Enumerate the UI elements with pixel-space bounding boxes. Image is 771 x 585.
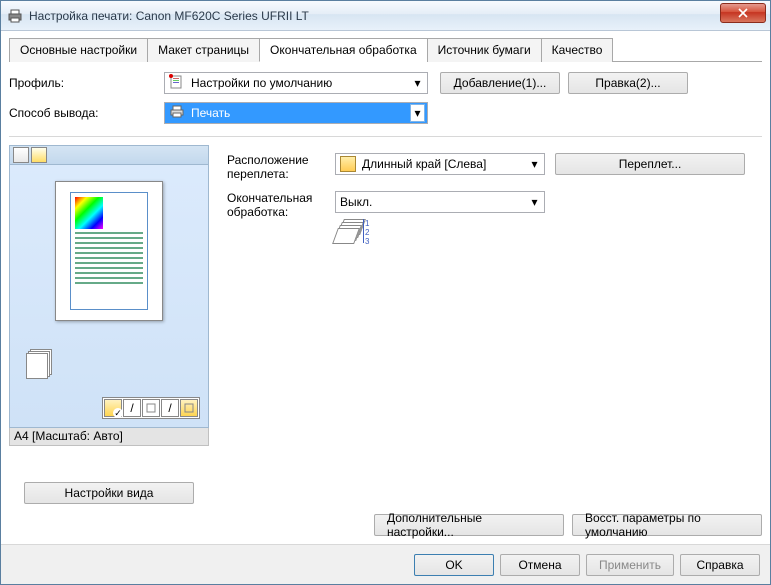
- profile-dropdown[interactable]: Настройки по умолчанию ▾: [164, 72, 428, 94]
- preview-mode-bar: / /: [102, 397, 200, 419]
- mode-2-button[interactable]: [142, 399, 160, 417]
- ok-button[interactable]: OK: [414, 554, 494, 576]
- advanced-settings-button[interactable]: Дополнительные настройки...: [374, 514, 564, 536]
- restore-defaults-button[interactable]: Восст. параметры по умолчанию: [572, 514, 762, 536]
- finishing-dropdown[interactable]: Выкл. ▾: [335, 191, 545, 213]
- profile-icon: [169, 74, 185, 93]
- chevron-down-icon: ▾: [527, 155, 542, 173]
- tab-layout[interactable]: Макет страницы: [147, 38, 260, 62]
- add-profile-button[interactable]: Добавление(1)...: [440, 72, 560, 94]
- stack-icon: 123: [335, 219, 367, 247]
- finishing-value: Выкл.: [340, 195, 540, 209]
- dialog-footer: OK Отмена Применить Справка: [1, 544, 770, 584]
- help-button[interactable]: Справка: [680, 554, 760, 576]
- profile-label: Профиль:: [9, 76, 164, 90]
- chevron-down-icon: ▾: [410, 104, 425, 122]
- print-icon: [169, 104, 185, 123]
- titlebar: Настройка печати: Canon MF620C Series UF…: [1, 1, 770, 31]
- mode-3-button[interactable]: [180, 399, 198, 417]
- mode-sep: /: [123, 399, 141, 417]
- apply-button[interactable]: Применить: [586, 554, 674, 576]
- output-dropdown[interactable]: Печать ▾: [164, 102, 428, 124]
- binding-button[interactable]: Переплет...: [555, 153, 745, 175]
- cancel-button[interactable]: Отмена: [500, 554, 580, 576]
- binding-label: Расположение переплета:: [227, 153, 335, 181]
- mode-sep2: /: [161, 399, 179, 417]
- page-stack-icon: [26, 349, 54, 377]
- tab-source[interactable]: Источник бумаги: [427, 38, 542, 62]
- tab-basic[interactable]: Основные настройки: [9, 38, 148, 62]
- single-page-icon[interactable]: [13, 147, 29, 163]
- close-button[interactable]: [720, 3, 766, 23]
- printer-icon: [7, 8, 23, 24]
- output-value: Печать: [191, 106, 423, 120]
- chevron-down-icon: ▾: [410, 74, 425, 92]
- binding-value: Длинный край [Слева]: [362, 157, 540, 171]
- mode-1-button[interactable]: [104, 399, 122, 417]
- chevron-down-icon: ▾: [527, 193, 542, 211]
- binding-icon: [340, 156, 356, 172]
- edit-profile-button[interactable]: Правка(2)...: [568, 72, 688, 94]
- tab-bar: Основные настройки Макет страницы Оконча…: [9, 37, 762, 62]
- tab-quality[interactable]: Качество: [541, 38, 614, 62]
- view-settings-button[interactable]: Настройки вида: [24, 482, 194, 504]
- finishing-label: Окончательная обработка:: [227, 191, 335, 219]
- preview-status: A4 [Масштаб: Авто]: [9, 428, 209, 446]
- tab-finishing[interactable]: Окончательная обработка: [259, 38, 428, 62]
- profile-value: Настройки по умолчанию: [191, 76, 423, 90]
- page-preview: [55, 181, 163, 321]
- preview-canvas: / /: [9, 165, 209, 428]
- multi-page-icon[interactable]: [31, 147, 47, 163]
- binding-dropdown[interactable]: Длинный край [Слева] ▾: [335, 153, 545, 175]
- output-label: Способ вывода:: [9, 106, 164, 120]
- preview-toolbar: [9, 145, 209, 165]
- window-title: Настройка печати: Canon MF620C Series UF…: [29, 9, 764, 23]
